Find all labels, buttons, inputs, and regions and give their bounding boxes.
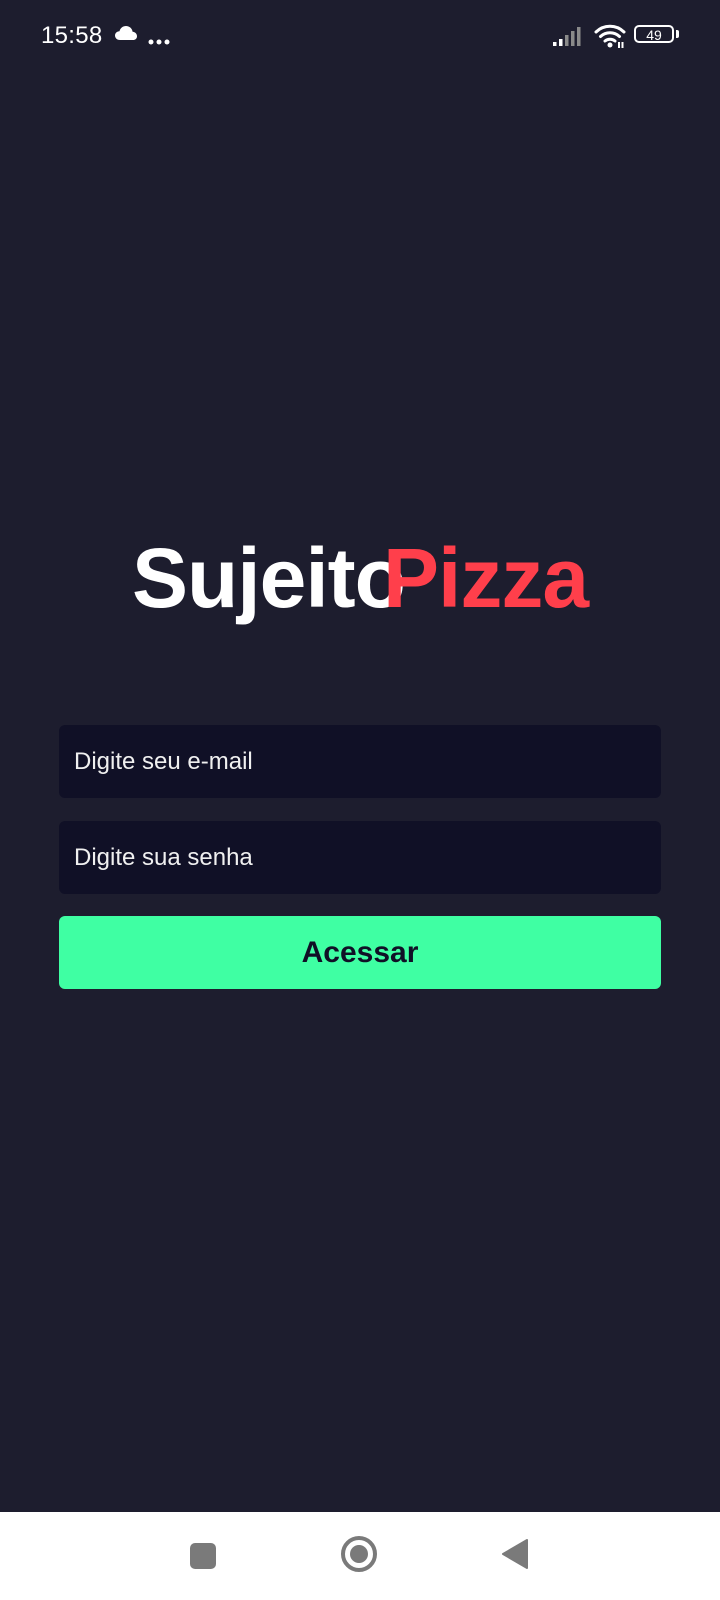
more-dots-icon	[148, 32, 172, 45]
login-screen: 15:58 49 SujeitoPizza Digite seu e-mail …	[0, 0, 720, 1512]
battery-level-text: 49	[646, 27, 662, 43]
back-icon	[500, 1538, 530, 1575]
recents-button[interactable]	[159, 1512, 247, 1600]
password-field[interactable]	[59, 821, 661, 894]
battery-icon: 49	[634, 25, 682, 47]
battery-tip	[676, 30, 679, 38]
app-logo: SujeitoPizza	[0, 528, 720, 628]
recents-icon	[190, 1543, 216, 1569]
home-button[interactable]	[315, 1512, 403, 1600]
status-time: 15:58	[41, 22, 103, 49]
system-navigation-bar	[0, 1512, 720, 1600]
cloud-icon	[114, 25, 138, 41]
signal-icon	[553, 25, 585, 47]
email-field[interactable]	[59, 725, 661, 798]
logo-text-sujeito: Sujeito	[131, 531, 406, 625]
logo-text-pizza: Pizza	[382, 531, 589, 625]
back-button[interactable]	[471, 1512, 559, 1600]
access-button[interactable]: Acessar	[59, 916, 661, 989]
home-icon	[340, 1535, 378, 1578]
status-bar: 15:58 49	[0, 0, 720, 72]
battery-outline: 49	[634, 25, 674, 43]
wifi-icon	[594, 23, 626, 49]
